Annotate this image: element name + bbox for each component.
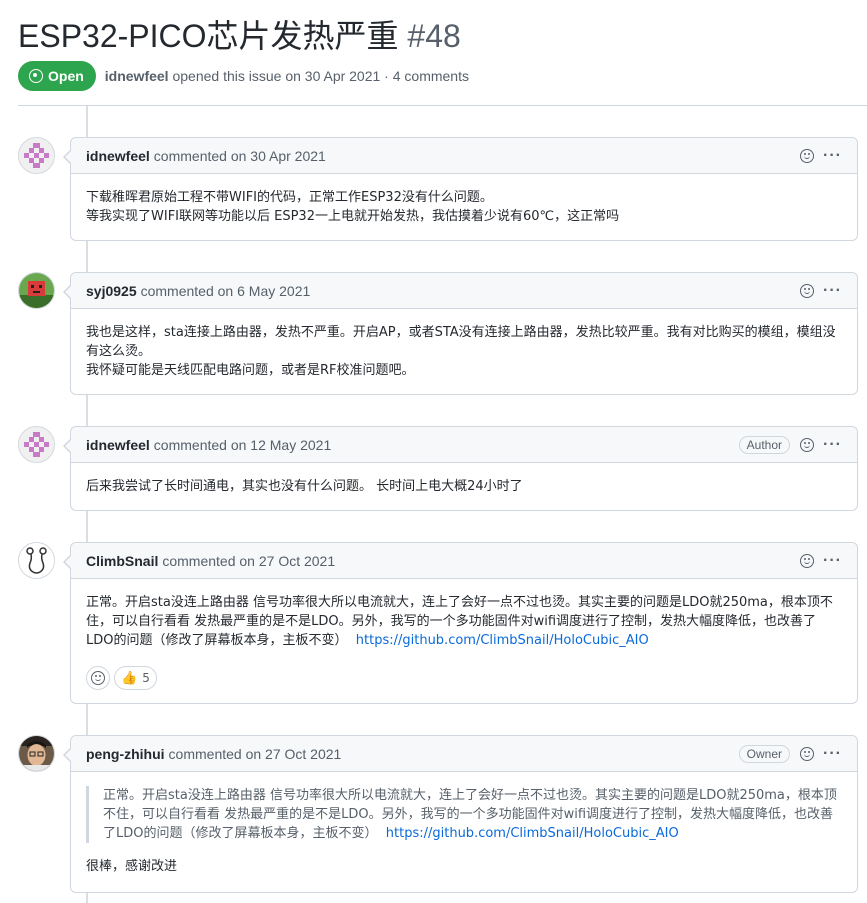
comment-date[interactable]: commented on 27 Oct 2021 [169, 746, 342, 762]
comment-3: idnewfeel commented on 12 May 2021 Autho… [18, 426, 858, 511]
comment-text: 正常。开启sta没连上路由器 信号功率很大所以电流就大，连上了会好一点不过也烫。… [86, 593, 842, 650]
reply-text: 很棒，感谢改进 [86, 859, 178, 874]
comment-line: 我也是这样，sta连接上路由器，发热不严重。开启AP，或者STA没有连接上路由器… [86, 325, 836, 359]
smiley-icon[interactable] [800, 148, 815, 163]
issue-state-label: Open [48, 68, 84, 84]
thumbs-up-icon: 👍 [121, 670, 138, 686]
kebab-horizontal-icon[interactable]: ··· [823, 436, 842, 452]
comment-body: 正常。开启sta没连上路由器 信号功率很大所以电流就大，连上了会好一点不过也烫。… [71, 772, 857, 890]
avatar[interactable] [18, 272, 55, 309]
issue-number: #48 [407, 18, 461, 54]
add-reaction-button[interactable] [86, 666, 110, 690]
avatar[interactable] [18, 735, 55, 772]
comment-author[interactable]: peng-zhihui [86, 746, 165, 762]
issue-open-icon [29, 69, 43, 83]
avatar[interactable] [18, 137, 55, 174]
header-divider [18, 105, 867, 106]
repo-link[interactable]: https://github.com/ClimbSnail/HoloCubic_… [356, 633, 649, 648]
comment-author[interactable]: idnewfeel [86, 437, 150, 453]
comment-body: 我也是这样，sta连接上路由器，发热不严重。开启AP，或者STA没有连接上路由器… [71, 309, 857, 394]
smiley-icon[interactable] [800, 283, 815, 298]
smiley-icon[interactable] [800, 553, 815, 568]
comment-2: syj0925 commented on 6 May 2021 ··· 我也是这… [18, 272, 858, 395]
smiley-icon[interactable] [800, 746, 815, 761]
comment-header: peng-zhihui commented on 27 Oct 2021 Own… [71, 736, 857, 772]
kebab-horizontal-icon[interactable]: ··· [823, 147, 842, 163]
kebab-horizontal-icon[interactable]: ··· [823, 745, 842, 761]
avatar[interactable] [18, 426, 55, 463]
issue-meta-text: idnewfeel opened this issue on 30 Apr 20… [105, 68, 469, 84]
comment-date[interactable]: commented on 6 May 2021 [141, 283, 311, 299]
issue-title: ESP32-PICO芯片发热严重 #48 [18, 16, 867, 56]
comment-body: 正常。开启sta没连上路由器 信号功率很大所以电流就大，连上了会好一点不过也烫。… [71, 579, 857, 704]
reaction-count: 5 [142, 670, 150, 685]
comment-line: 后来我尝试了长时间通电，其实也没有什么问题。 长时间上电大概24小时了 [86, 479, 523, 494]
comment-body: 后来我尝试了长时间通电，其实也没有什么问题。 长时间上电大概24小时了 [71, 463, 857, 510]
comment-box: syj0925 commented on 6 May 2021 ··· 我也是这… [63, 272, 858, 395]
issue-state-badge: Open [18, 61, 96, 91]
comment-box: idnewfeel commented on 12 May 2021 Autho… [63, 426, 858, 511]
issue-title-text: ESP32-PICO芯片发热严重 [18, 18, 399, 54]
comment-body: 下载稚晖君原始工程不带WIFI的代码，正常工作ESP32没有什么问题。 等我实现… [71, 174, 857, 240]
comment-author[interactable]: ClimbSnail [86, 553, 158, 569]
repo-link[interactable]: https://github.com/ClimbSnail/HoloCubic_… [386, 826, 679, 841]
comment-box: ClimbSnail commented on 27 Oct 2021 ··· … [63, 542, 858, 704]
comment-4: ClimbSnail commented on 27 Oct 2021 ··· … [18, 542, 858, 704]
issue-header: ESP32-PICO芯片发热严重 #48 Open idnewfeel open… [18, 16, 867, 91]
blockquote: 正常。开启sta没连上路由器 信号功率很大所以电流就大，连上了会好一点不过也烫。… [86, 786, 842, 843]
smiley-icon [91, 671, 105, 685]
comment-header: syj0925 commented on 6 May 2021 ··· [71, 273, 857, 309]
avatar[interactable] [18, 542, 55, 579]
comment-date[interactable]: commented on 30 Apr 2021 [154, 148, 326, 164]
comment-5: peng-zhihui commented on 27 Oct 2021 Own… [18, 735, 858, 893]
issue-meta: Open idnewfeel opened this issue on 30 A… [18, 61, 469, 91]
comment-box: peng-zhihui commented on 27 Oct 2021 Own… [63, 735, 858, 893]
thumbs-up-reaction[interactable]: 👍 5 [114, 666, 157, 690]
comment-author[interactable]: syj0925 [86, 283, 137, 299]
reactions-bar: 👍 5 [86, 666, 842, 690]
issue-author-link[interactable]: idnewfeel [105, 68, 169, 84]
kebab-horizontal-icon[interactable]: ··· [823, 282, 842, 298]
smiley-icon[interactable] [800, 437, 815, 452]
comment-line: 下载稚晖君原始工程不带WIFI的代码，正常工作ESP32没有什么问题。 [86, 190, 493, 205]
author-badge: Author [738, 435, 791, 454]
comment-header: idnewfeel commented on 30 Apr 2021 ··· [71, 138, 857, 174]
comment-line: 等我实现了WIFI联网等功能以后 ESP32一上电就开始发热，我估摸着少说有60… [86, 209, 620, 224]
comment-date[interactable]: commented on 27 Oct 2021 [162, 553, 335, 569]
kebab-horizontal-icon[interactable]: ··· [823, 552, 842, 568]
owner-badge: Owner [738, 744, 791, 763]
comment-header: idnewfeel commented on 12 May 2021 Autho… [71, 427, 857, 463]
comment-date[interactable]: commented on 12 May 2021 [154, 437, 331, 453]
comment-header: ClimbSnail commented on 27 Oct 2021 ··· [71, 543, 857, 579]
issue-opened-text: opened this issue on 30 Apr 2021 · 4 com… [172, 68, 469, 84]
comment-author[interactable]: idnewfeel [86, 148, 150, 164]
comment-line: 我怀疑可能是天线匹配电路问题，或者是RF校准问题吧。 [86, 363, 415, 378]
comment-1: idnewfeel commented on 30 Apr 2021 ··· 下… [18, 137, 858, 241]
comment-box: idnewfeel commented on 30 Apr 2021 ··· 下… [63, 137, 858, 241]
